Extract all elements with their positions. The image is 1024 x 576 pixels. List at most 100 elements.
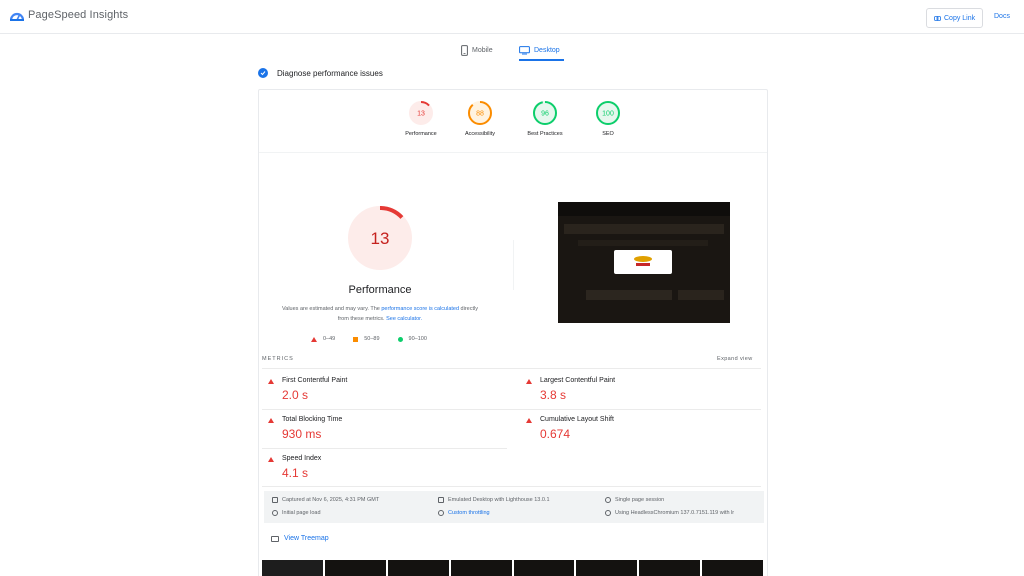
info-initial-load: Initial page load (272, 510, 321, 516)
metric-tbt-name: Total Blocking Time (282, 416, 343, 423)
gauge-performance-label: Performance (405, 131, 437, 137)
gauge-performance-score: 13 (417, 111, 425, 118)
pass-circle-icon (397, 336, 403, 342)
info-throttling-text: Custom throttling (448, 510, 490, 516)
monitor-icon (438, 497, 444, 503)
metric-fcp-name: First Contentful Paint (282, 377, 348, 384)
performance-title: Performance (348, 284, 412, 296)
metrics-row-divider (262, 409, 761, 410)
pagespeed-logo-icon (10, 12, 24, 21)
info-session: Single page session (605, 497, 664, 503)
filmstrip-frame (513, 560, 575, 576)
monitor-icon (519, 45, 530, 54)
docs-link[interactable]: Docs (994, 13, 1010, 20)
top-bar: PageSpeed Insights Copy Link Docs (0, 0, 1024, 34)
view-treemap-label: View Treemap (284, 535, 329, 542)
metrics-bottom-divider (262, 486, 761, 487)
filmstrip-frame (576, 560, 638, 576)
tab-active-indicator (519, 59, 564, 61)
metric-cls-name: Cumulative Layout Shift (540, 416, 614, 423)
fail-triangle-icon (311, 336, 317, 342)
diagnose-label: Diagnose performance issues (277, 68, 383, 78)
filmstrip-frame (702, 560, 763, 576)
info-captured: Captured at Nov 6, 2025, 4:31 PM GMT (272, 497, 379, 503)
gauge-best-practices-score: 96 (541, 111, 549, 118)
fail-triangle-icon (268, 418, 274, 423)
metric-lcp-value: 3.8 s (540, 388, 567, 402)
accessibility-gauge-icon: 88 (468, 101, 492, 125)
info-initial-load-text: Initial page load (282, 510, 321, 516)
legend-fail: 0–49 (311, 336, 335, 342)
best-practices-gauge-icon: 96 (533, 101, 557, 125)
timer-icon (272, 510, 278, 516)
tab-mobile-label: Mobile (472, 46, 493, 54)
filmstrip (262, 560, 763, 576)
tab-mobile[interactable]: Mobile (461, 42, 493, 58)
treemap-icon (271, 535, 279, 542)
info-throttling[interactable]: Custom throttling (438, 510, 490, 516)
seo-gauge-icon: 100 (596, 101, 620, 125)
metric-lcp-name: Largest Contentful Paint (540, 377, 616, 384)
metric-cls-value: 0.674 (540, 427, 571, 441)
gauge-seo[interactable]: 100 SEO (578, 100, 638, 137)
performance-note: Values are estimated and may vary. The p… (282, 304, 478, 324)
average-square-icon (353, 336, 359, 342)
gauges-divider (259, 152, 767, 153)
gauge-accessibility-score: 88 (476, 111, 484, 118)
legend-average-label: 50–89 (364, 336, 380, 342)
legend-fail-label: 0–49 (323, 336, 336, 342)
gauge-accessibility-label: Accessibility (465, 131, 495, 137)
fail-triangle-icon (268, 457, 274, 462)
app-name: PageSpeed Insights (28, 9, 129, 21)
tab-desktop[interactable]: Desktop (519, 42, 560, 58)
filmstrip-frame (387, 560, 449, 576)
calendar-icon (272, 497, 278, 503)
info-captured-text: Captured at Nov 6, 2025, 4:31 PM GMT (282, 497, 380, 503)
filmstrip-frame (639, 560, 701, 576)
info-emulated: Emulated Desktop with Lighthouse 13.0.1 (438, 497, 550, 503)
filmstrip-frame (262, 560, 323, 576)
filmstrip-frame (324, 560, 386, 576)
view-treemap-button[interactable]: View Treemap (271, 535, 329, 542)
info-emulated-text: Emulated Desktop with Lighthouse 13.0.1 (448, 497, 550, 503)
see-calculator-link[interactable]: See calculator. (386, 316, 422, 322)
runtime-info: Captured at Nov 6, 2025, 4:31 PM GMT Emu… (264, 491, 764, 523)
gauge-seo-score: 100 (602, 111, 614, 118)
metric-si-value: 4.1 s (282, 466, 309, 480)
metric-tbt-value: 930 ms (282, 427, 322, 441)
legend-pass-label: 90–100 (408, 336, 427, 342)
legend-average: 50–89 (353, 336, 380, 342)
filmstrip-frame (450, 560, 512, 576)
legend-pass: 90–100 (397, 336, 427, 342)
metric-si-name: Speed Index (282, 455, 322, 462)
copy-link-label: Copy Link (944, 14, 976, 22)
metrics-divider (262, 368, 761, 369)
expand-view-button[interactable]: Expand view (717, 356, 753, 362)
vertical-divider (513, 240, 514, 290)
info-browser-text: Using HeadlessChromium 137.0.7151.119 wi… (615, 510, 735, 516)
gauge-best-practices[interactable]: 96 Best Practices (515, 100, 575, 137)
info-browser: Using HeadlessChromium 137.0.7151.119 wi… (605, 510, 734, 516)
score-legend: 0–49 50–89 90–100 (311, 336, 427, 342)
performance-score-link[interactable]: performance score is calculated (381, 306, 459, 312)
throttle-icon (438, 510, 444, 516)
category-gauges: 13 Performance 88 Accessibility 96 Best … (395, 100, 635, 150)
link-icon (934, 15, 941, 21)
fail-triangle-icon (526, 418, 532, 423)
fail-triangle-icon (526, 379, 532, 384)
metric-fcp-value: 2.0 s (282, 388, 309, 402)
gauge-accessibility[interactable]: 88 Accessibility (450, 100, 510, 137)
metrics-row-divider (262, 448, 507, 449)
copy-link-button[interactable]: Copy Link (926, 8, 984, 28)
diagnose-section-toggle[interactable]: Diagnose performance issues (258, 68, 383, 78)
globe-icon (605, 510, 611, 516)
page-screenshot (558, 202, 730, 323)
info-session-text: Single page session (615, 497, 665, 503)
performance-note-text: Values are estimated and may vary. The (282, 306, 382, 312)
phone-icon (461, 44, 468, 56)
performance-score-value: 13 (371, 229, 390, 248)
tab-desktop-label: Desktop (534, 46, 560, 54)
gauge-performance[interactable]: 13 Performance (391, 100, 451, 137)
gauge-seo-label: SEO (602, 131, 614, 137)
app-logo[interactable]: PageSpeed Insights (10, 9, 128, 21)
